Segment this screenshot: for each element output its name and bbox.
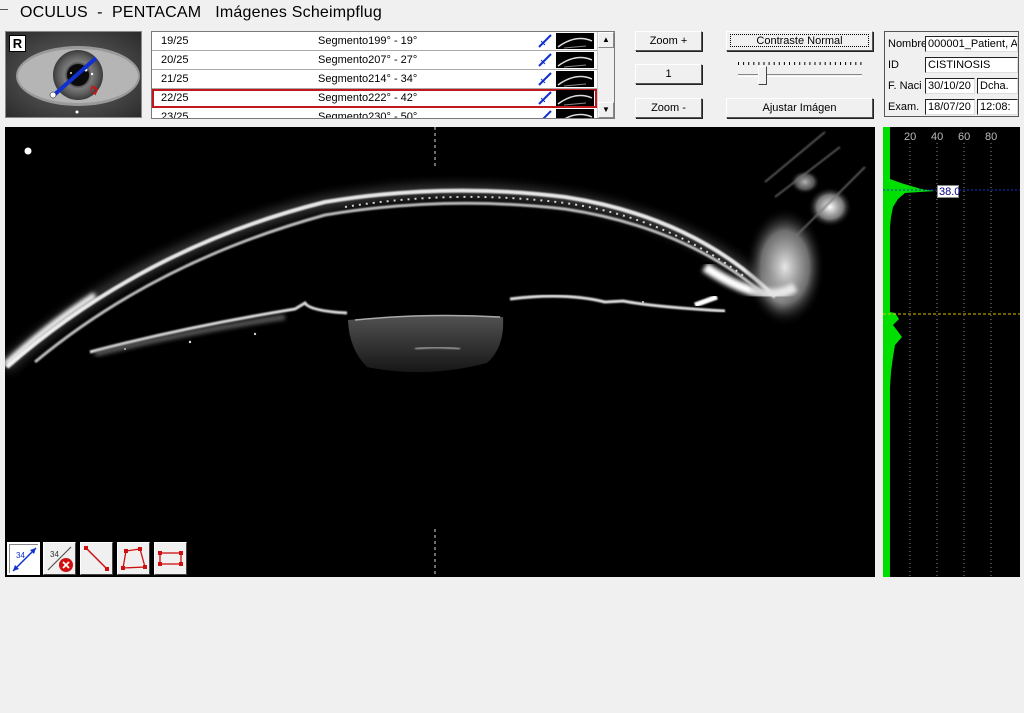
slider-track (738, 74, 862, 77)
segment-row[interactable]: 20/25 Segmento207° - 27° (152, 51, 597, 70)
slider-tick (738, 62, 739, 65)
contrast-normal-label: Contraste Normal (730, 34, 869, 47)
segment-label: Segmento222° - 42° (318, 92, 418, 104)
slider-tick (753, 62, 755, 65)
patient-name-field: 000001_Patient, A (925, 36, 1018, 52)
slider-tick (814, 62, 816, 65)
segment-label: Segmento207° - 27° (318, 54, 418, 66)
patient-dob-label: F. Naci (888, 80, 922, 92)
segment-scan-icon (542, 110, 552, 118)
segment-index: 19/25 (161, 35, 189, 47)
segment-scan-icon (538, 34, 552, 48)
patient-name-label: Nombre (888, 38, 928, 50)
delete-measure-label: 34 (50, 550, 59, 559)
segment-row-selected[interactable]: 22/25 Segmento222° - 42° (152, 89, 597, 108)
segment-thumbnail (556, 71, 594, 87)
slider-tick (768, 62, 770, 65)
segment-thumbnail (556, 109, 594, 118)
segment-index: 22/25 (161, 92, 189, 104)
slider-tick (860, 62, 862, 65)
slider-tick (855, 62, 857, 65)
zoom-level-display[interactable]: 1 (635, 64, 702, 84)
segment-index: 23/25 (161, 111, 189, 119)
measure-distance-icon: 34 (12, 547, 37, 572)
slider-tick (778, 62, 780, 65)
patient-eye-field: Dcha. (977, 78, 1018, 94)
app-title: OCULUS - PENTACAM Imágenes Scheimpflug (20, 4, 382, 21)
histo-tick: 20 (904, 131, 916, 143)
line-tool[interactable] (80, 542, 113, 575)
exam-time-field: 12:08: (977, 99, 1018, 115)
segment-thumbnail (556, 33, 594, 49)
segment-row[interactable]: 19/25 Segmento199° - 19° (152, 32, 597, 51)
adjust-image-button[interactable]: Ajustar Imágen (726, 98, 873, 118)
segment-scan-icon (538, 53, 552, 67)
slider-ticks (738, 62, 862, 65)
slider-thumb[interactable] (758, 66, 768, 85)
slider-tick (840, 62, 841, 65)
scheimpflug-image[interactable] (5, 127, 875, 577)
segment-thumbnail (556, 52, 594, 68)
segment-scan-icon (538, 72, 552, 86)
slider-tick (819, 62, 821, 65)
slider-tick (824, 62, 826, 65)
slider-tick (799, 62, 801, 65)
eye-side-label: R (9, 35, 26, 52)
slider-tick (783, 62, 785, 65)
scroll-down-icon[interactable]: ▼ (598, 102, 614, 118)
segment-list-scrollbar[interactable]: ▲ ▼ (597, 32, 614, 118)
delete-measure-icon: 34 (47, 546, 73, 572)
scroll-up-icon[interactable]: ▲ (598, 32, 614, 48)
slider-tick (773, 62, 775, 65)
eye-image (6, 32, 141, 117)
measure-distance-label: 34 (16, 551, 25, 560)
rectangle-tool[interactable] (154, 542, 187, 575)
contrast-normal-button[interactable]: Contraste Normal (726, 31, 873, 51)
segment-index: 21/25 (161, 73, 189, 85)
segment-row[interactable]: 21/25 Segmento214° - 34° (152, 70, 597, 89)
slider-tick (829, 62, 831, 65)
rectangle-icon (158, 551, 183, 566)
segment-label: Segmento230° - 50° (318, 111, 418, 119)
slider-tick (789, 62, 790, 65)
scheimpflug-render (5, 127, 875, 577)
slider-tick (850, 62, 852, 65)
slider-tick (794, 62, 796, 65)
histo-tick: 40 (931, 131, 943, 143)
zoom-in-button[interactable]: Zoom + (635, 31, 702, 51)
exam-label: Exam. (888, 101, 920, 113)
title-bar: OCULUS - PENTACAM Imágenes Scheimpflug (0, 0, 1024, 28)
polygon-icon (121, 547, 147, 570)
histogram-marker-value: 38.0 (937, 185, 961, 198)
patient-info-panel: Nombre 000001_Patient, A ID CISTINOSIS F… (884, 31, 1019, 117)
slider-tick (834, 62, 836, 65)
eye-thumbnail[interactable]: R (5, 31, 142, 118)
slider-tick (809, 62, 811, 65)
segment-thumbnail (556, 90, 594, 106)
segment-row[interactable]: 23/25 Segmento230° - 50° (152, 108, 597, 119)
patient-id-label: ID (888, 59, 899, 71)
patient-dob-field: 30/10/20 (925, 78, 975, 94)
line-icon (84, 546, 109, 571)
segment-list[interactable]: 19/25 Segmento199° - 19° 20/25 Segmento2… (151, 31, 615, 119)
segment-label: Segmento199° - 19° (318, 35, 418, 47)
zoom-out-button[interactable]: Zoom - (635, 98, 702, 118)
patient-id-field: CISTINOSIS (925, 57, 1018, 73)
contrast-slider[interactable] (734, 58, 866, 88)
exam-date-field: 18/07/20 (925, 99, 975, 115)
delete-measure-tool[interactable]: 34 (43, 542, 76, 575)
slider-tick (804, 62, 806, 65)
measure-distance-tool[interactable]: 34 (7, 542, 40, 575)
segment-scan-icon (538, 91, 552, 105)
segment-label: Segmento214° - 34° (318, 73, 418, 85)
slider-tick (758, 62, 760, 65)
slider-tick (845, 62, 847, 65)
segment-index: 20/25 (161, 54, 189, 66)
slider-tick (748, 62, 750, 65)
histo-tick: 60 (958, 131, 970, 143)
polygon-tool[interactable] (117, 542, 150, 575)
slider-tick (743, 62, 745, 65)
histo-tick: 80 (985, 131, 997, 143)
slider-tick (763, 62, 765, 65)
